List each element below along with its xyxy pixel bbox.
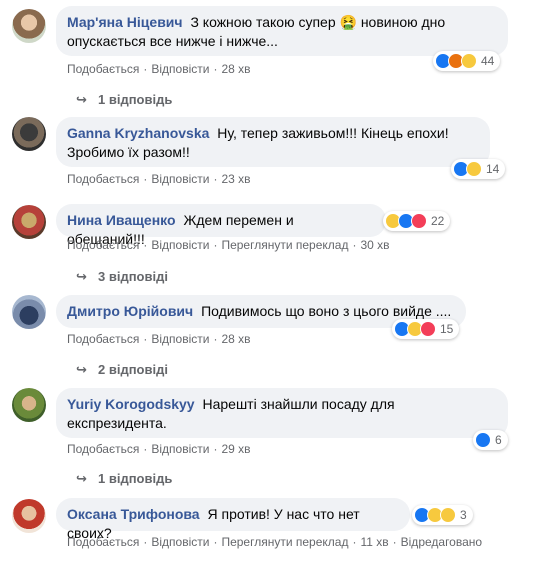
reply-link[interactable]: Відповісти	[151, 172, 209, 186]
comment-actions: Подобається · Відповісти · Переглянути перек…	[67, 238, 390, 252]
comment-bubble: Мар'яна Ніцевич З кожною такою супер 🤮 н…	[56, 6, 508, 56]
separator: ·	[143, 535, 148, 549]
comment-text: експрезидента.	[67, 415, 167, 431]
like-link[interactable]: Подобається	[67, 535, 139, 549]
care-reaction-icon	[440, 507, 456, 523]
haha-reaction-icon	[466, 161, 482, 177]
reaction-summary[interactable]: 15	[392, 319, 460, 339]
comment-author[interactable]: Yuriy Korogodskyy	[67, 396, 195, 412]
love-reaction-icon	[420, 321, 436, 337]
avatar[interactable]	[12, 388, 46, 422]
reaction-count: 22	[431, 214, 445, 228]
comment-author[interactable]: Дмитро Юрійович	[67, 303, 193, 319]
comment-actions: Подобається · Відповісти · 28 хв	[67, 332, 251, 346]
reaction-count: 3	[460, 508, 467, 522]
reaction-summary[interactable]: 14	[451, 159, 506, 179]
like-link[interactable]: Подобається	[67, 238, 139, 252]
reaction-summary[interactable]: 3	[412, 505, 473, 525]
comment-actions: Подобається · Відповісти · 28 хв	[67, 62, 251, 76]
comment-bubble: Ganna Kryzhanovska Ну, тепер заживьом!!!…	[56, 117, 490, 167]
timestamp[interactable]: 30 хв	[360, 238, 389, 252]
comment-bubble: Оксана Трифонова Я против! У нас что нет…	[56, 498, 410, 541]
comment-actions: Подобається · Відповісти · Переглянути перек…	[67, 535, 482, 549]
translate-link[interactable]: Переглянути переклад	[221, 535, 348, 549]
reply-arrow-icon: ↪	[76, 471, 87, 486]
avatar[interactable]	[12, 499, 46, 533]
separator: ·	[143, 62, 148, 76]
comment-bubble: Нина Иващенко Ждем перемен и обещаний!!!	[56, 204, 386, 247]
reaction-count: 6	[495, 433, 502, 447]
comment-text: З кожною такою супер 🤮 новиною дно	[190, 14, 446, 30]
comment-author[interactable]: Оксана Трифонова	[67, 506, 200, 522]
separator: ·	[143, 332, 148, 346]
reply-link[interactable]: Відповісти	[151, 332, 209, 346]
timestamp[interactable]: 28 хв	[221, 332, 250, 346]
separator: ·	[143, 238, 148, 252]
timestamp[interactable]: 28 хв	[221, 62, 250, 76]
comment-bubble: Yuriy Korogodskyy Нарешті знайшли посаду…	[56, 388, 508, 438]
comment-actions: Подобається · Відповісти · 29 хв	[67, 442, 251, 456]
comment-text: Зробимо їх разом!!	[67, 144, 190, 160]
replies-count[interactable]: 2 відповіді	[98, 362, 168, 377]
reaction-summary[interactable]: 6	[473, 430, 508, 450]
separator: ·	[213, 238, 218, 252]
edited-label: Відредаговано	[400, 535, 483, 549]
like-link[interactable]: Подобається	[67, 62, 139, 76]
reaction-count: 14	[486, 162, 500, 176]
reply-link[interactable]: Відповісти	[151, 62, 209, 76]
timestamp[interactable]: 29 хв	[221, 442, 250, 456]
separator: ·	[352, 238, 357, 252]
timestamp[interactable]: 23 хв	[221, 172, 250, 186]
separator: ·	[143, 442, 148, 456]
comment-text: Нарешті знайшли посаду для	[202, 396, 395, 412]
replies-count[interactable]: 1 відповідь	[98, 92, 172, 107]
replies-count[interactable]: 3 відповіді	[98, 269, 168, 284]
separator: ·	[213, 442, 218, 456]
avatar[interactable]	[12, 9, 46, 43]
comment-text: опускається все нижче і нижче...	[67, 33, 278, 49]
haha-reaction-icon	[461, 53, 477, 69]
reply-arrow-icon: ↪	[76, 362, 87, 377]
comment-actions: Подобається · Відповісти · 23 хв	[67, 172, 251, 186]
view-replies[interactable]: ↪ 1 відповідь	[76, 92, 172, 108]
reaction-count: 44	[481, 54, 495, 68]
comment-author[interactable]: Мар'яна Ніцевич	[67, 14, 183, 30]
reply-link[interactable]: Відповісти	[151, 238, 209, 252]
view-replies[interactable]: ↪ 1 відповідь	[76, 471, 172, 487]
reply-arrow-icon: ↪	[76, 269, 87, 284]
separator: ·	[213, 535, 218, 549]
like-link[interactable]: Подобається	[67, 172, 139, 186]
comment-author[interactable]: Нина Иващенко	[67, 212, 176, 228]
separator: ·	[352, 535, 357, 549]
reply-link[interactable]: Відповісти	[151, 535, 209, 549]
avatar[interactable]	[12, 205, 46, 239]
view-replies[interactable]: ↪ 3 відповіді	[76, 269, 168, 285]
separator: ·	[143, 172, 148, 186]
separator: ·	[213, 172, 218, 186]
like-link[interactable]: Подобається	[67, 332, 139, 346]
replies-count[interactable]: 1 відповідь	[98, 471, 172, 486]
avatar[interactable]	[12, 295, 46, 329]
reply-arrow-icon: ↪	[76, 92, 87, 107]
reaction-count: 15	[440, 322, 454, 336]
reply-link[interactable]: Відповісти	[151, 442, 209, 456]
like-reaction-icon	[475, 432, 491, 448]
love-reaction-icon	[411, 213, 427, 229]
avatar[interactable]	[12, 117, 46, 151]
view-replies[interactable]: ↪ 2 відповіді	[76, 362, 168, 378]
like-link[interactable]: Подобається	[67, 442, 139, 456]
separator: ·	[213, 62, 218, 76]
comment-author[interactable]: Ganna Kryzhanovska	[67, 125, 209, 141]
separator: ·	[392, 535, 397, 549]
separator: ·	[213, 332, 218, 346]
reaction-summary[interactable]: 44	[433, 51, 501, 71]
comment-text: Подивимось що воно з цього вийде ....	[201, 303, 452, 319]
comment-text: Ну, тепер заживьом!!! Кінець епохи!	[217, 125, 449, 141]
reaction-summary[interactable]: 22	[383, 211, 451, 231]
translate-link[interactable]: Переглянути переклад	[221, 238, 348, 252]
timestamp[interactable]: 11 хв	[360, 535, 388, 549]
